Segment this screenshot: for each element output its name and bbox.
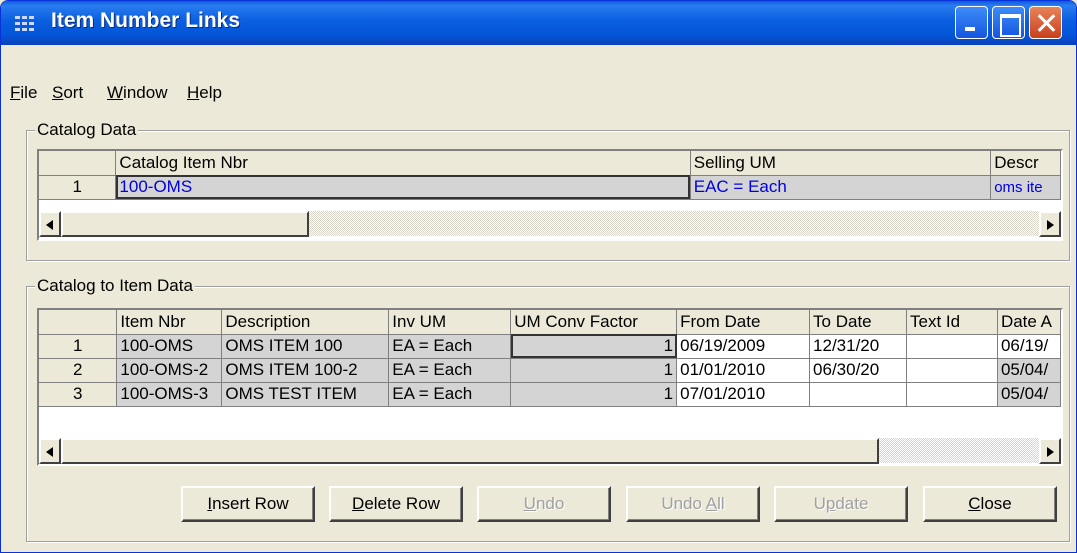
insert-row-button[interactable]: Insert Row: [181, 486, 315, 522]
from-date-cell[interactable]: 06/19/2009: [676, 334, 811, 359]
text-id-cell[interactable]: [906, 382, 998, 407]
from-date-cell[interactable]: 01/01/2010: [676, 358, 811, 383]
scroll-right-icon[interactable]: [1039, 211, 1061, 237]
table-row[interactable]: 2 100-OMS-2 OMS ITEM 100-2 EA = Each 1 0…: [39, 358, 1061, 383]
description-cell[interactable]: OMS ITEM 100: [221, 334, 390, 359]
app-icon: [15, 16, 37, 32]
row-header-corner: [39, 151, 117, 176]
item-nbr-cell[interactable]: 100-OMS-2: [116, 358, 223, 383]
text-id-cell[interactable]: [906, 334, 998, 359]
um-conv-factor-cell[interactable]: 1: [510, 382, 678, 407]
scrollbar-thumb[interactable]: [61, 211, 309, 237]
catalog-data-label: Catalog Data: [35, 120, 139, 140]
scroll-left-icon[interactable]: [39, 438, 61, 464]
selling-um-cell[interactable]: EAC = Each: [690, 175, 992, 200]
col-header-inv-um[interactable]: Inv UM: [388, 310, 512, 335]
col-header-from-date[interactable]: From Date: [676, 310, 811, 335]
date-added-cell[interactable]: 05/04/: [997, 382, 1061, 407]
title-bar[interactable]: Item Number Links: [1, 1, 1076, 45]
um-conv-factor-cell[interactable]: 1: [510, 358, 678, 383]
col-header-selling-um[interactable]: Selling UM: [690, 151, 992, 176]
date-added-cell[interactable]: 06/19/: [997, 334, 1061, 359]
col-header-date-added[interactable]: Date A: [997, 310, 1061, 335]
update-button[interactable]: Update: [774, 486, 908, 522]
minimize-button[interactable]: [955, 6, 988, 39]
col-header-description[interactable]: Descr: [990, 151, 1061, 176]
date-added-cell[interactable]: 05/04/: [997, 358, 1061, 383]
row-number[interactable]: 2: [39, 358, 118, 383]
menu-file[interactable]: File: [10, 83, 37, 103]
menu-window[interactable]: Window: [107, 83, 167, 103]
col-header-to-date[interactable]: To Date: [809, 310, 907, 335]
close-button[interactable]: Close: [923, 486, 1057, 522]
um-conv-factor-cell[interactable]: 1: [510, 334, 678, 359]
row-header-corner: [39, 310, 118, 335]
col-header-um-conv-factor[interactable]: UM Conv Factor: [510, 310, 678, 335]
row-number[interactable]: 1: [39, 334, 118, 359]
menu-help[interactable]: Help: [187, 83, 222, 103]
item-header-row: Item Nbr Description Inv UM UM Conv Fact…: [39, 310, 1061, 335]
to-date-cell[interactable]: 06/30/20: [809, 358, 907, 383]
col-header-item-nbr[interactable]: Item Nbr: [116, 310, 223, 335]
col-header-description[interactable]: Description: [221, 310, 390, 335]
item-horizontal-scrollbar[interactable]: [39, 437, 1061, 464]
window-title: Item Number Links: [51, 9, 241, 32]
description-cell[interactable]: oms ite: [990, 175, 1061, 200]
catalog-horizontal-scrollbar[interactable]: [39, 210, 1061, 237]
table-row[interactable]: 1 100-OMS OMS ITEM 100 EA = Each 1 06/19…: [39, 334, 1061, 359]
catalog-to-item-label: Catalog to Item Data: [35, 276, 195, 296]
menu-sort[interactable]: Sort: [52, 83, 83, 103]
text-id-cell[interactable]: [906, 358, 998, 383]
inv-um-cell[interactable]: EA = Each: [388, 382, 512, 407]
table-row[interactable]: 1 100-OMS EAC = Each oms ite: [39, 175, 1061, 200]
scroll-left-icon[interactable]: [39, 211, 61, 237]
to-date-cell[interactable]: [809, 382, 907, 407]
item-number-links-window: Item Number Links File Sort Window Help …: [0, 0, 1077, 553]
delete-row-button[interactable]: Delete Row: [329, 486, 463, 522]
inv-um-cell[interactable]: EA = Each: [388, 358, 512, 383]
item-nbr-cell[interactable]: 100-OMS-3: [116, 382, 223, 407]
item-grid[interactable]: Item Nbr Description Inv UM UM Conv Fact…: [37, 308, 1063, 466]
item-nbr-cell[interactable]: 100-OMS: [116, 334, 223, 359]
scrollbar-thumb[interactable]: [61, 438, 879, 464]
undo-all-button[interactable]: Undo All: [626, 486, 760, 522]
catalog-grid[interactable]: Catalog Item Nbr Selling UM Descr 1 100-…: [37, 149, 1063, 241]
description-cell[interactable]: OMS ITEM 100-2: [221, 358, 390, 383]
maximize-button[interactable]: [992, 6, 1025, 39]
undo-button[interactable]: Undo: [477, 486, 611, 522]
col-header-catalog-item-nbr[interactable]: Catalog Item Nbr: [115, 151, 691, 176]
catalog-header-row: Catalog Item Nbr Selling UM Descr: [39, 151, 1061, 176]
row-number[interactable]: 1: [39, 175, 117, 200]
to-date-cell[interactable]: 12/31/20: [809, 334, 907, 359]
col-header-text-id[interactable]: Text Id: [906, 310, 998, 335]
description-cell[interactable]: OMS TEST ITEM: [221, 382, 390, 407]
row-number[interactable]: 3: [39, 382, 118, 407]
from-date-cell[interactable]: 07/01/2010: [676, 382, 811, 407]
close-window-button[interactable]: [1029, 6, 1062, 39]
table-row[interactable]: 3 100-OMS-3 OMS TEST ITEM EA = Each 1 07…: [39, 382, 1061, 407]
inv-um-cell[interactable]: EA = Each: [388, 334, 512, 359]
scroll-right-icon[interactable]: [1039, 438, 1061, 464]
catalog-item-cell[interactable]: 100-OMS: [115, 175, 691, 200]
